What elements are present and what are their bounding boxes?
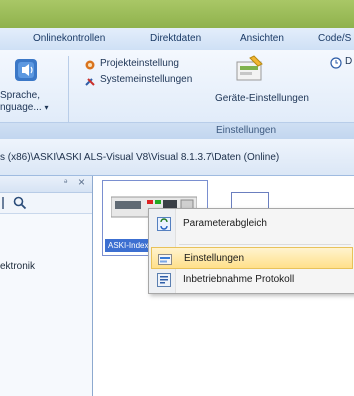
d-button[interactable]: D (330, 56, 354, 70)
close-icon[interactable]: × (78, 175, 85, 189)
language-label-line1: Sprache, (0, 90, 41, 101)
speaker-icon (15, 59, 37, 81)
left-panel-toolbar (0, 193, 92, 214)
tools-icon (85, 78, 95, 86)
tab-direktdaten[interactable]: Direktdaten (150, 33, 201, 44)
left-panel: ᵊ × ektronik (0, 175, 93, 396)
path-bar: s (x86)\ASKI\ASKI ALS-Visual V8\Visual 8… (0, 139, 354, 176)
systemeinstellungen-button[interactable]: Systemeinstellungen (84, 74, 204, 88)
language-button[interactable]: Sprache, nguage... ▾ (0, 54, 62, 120)
ribbon: Sprache, nguage... ▾ Projekteinstellung … (0, 50, 354, 139)
geraete-einstellungen-button[interactable]: Geräte-Einstellungen (210, 52, 320, 112)
toolbar-divider (2, 197, 4, 209)
project-settings-icon (85, 60, 95, 70)
menu-separator (179, 244, 351, 245)
tab-onlinekontrollen[interactable]: Onlinekontrollen (33, 33, 105, 44)
context-menu: Parameterabgleich Einstellungen Inbetrie… (148, 208, 354, 294)
group-label-einstellungen: Einstellungen (216, 125, 277, 136)
projekteinstellung-button[interactable]: Projekteinstellung (84, 58, 194, 72)
language-label-line2: nguage... ▾ (0, 102, 49, 113)
sync-icon (157, 217, 171, 231)
ribbon-tabs: Onlinekontrollen Direktdaten Ansichten C… (0, 28, 354, 51)
pin-icon[interactable]: ᵊ (64, 177, 67, 187)
tree-item-elektronik[interactable]: ektronik (0, 261, 35, 272)
report-icon (157, 273, 171, 287)
menu-item-label: Inbetriebnahme Protokoll (183, 274, 295, 285)
tab-code[interactable]: Code/S (318, 33, 351, 44)
menu-item-einstellungen[interactable]: Einstellungen (151, 247, 353, 269)
device-settings-icon (236, 55, 263, 81)
ribbon-separator (68, 56, 69, 122)
settings-icon (158, 254, 172, 265)
ribbon-group-footer: Einstellungen (0, 122, 354, 139)
chevron-down-icon: ▾ (44, 103, 49, 112)
tab-ansichten[interactable]: Ansichten (240, 33, 284, 44)
menu-item-parameterabgleich[interactable]: Parameterabgleich (151, 213, 353, 235)
menu-item-label: Parameterabgleich (183, 218, 267, 229)
path-text: s (x86)\ASKI\ASKI ALS-Visual V8\Visual 8… (0, 152, 280, 163)
menu-item-label: Einstellungen (184, 253, 245, 264)
menu-item-inbetriebnahme-protokoll[interactable]: Inbetriebnahme Protokoll (151, 269, 353, 291)
clock-icon (330, 57, 342, 69)
title-bar (0, 0, 354, 28)
left-panel-header: ᵊ × (0, 175, 92, 193)
search-icon[interactable] (13, 196, 27, 210)
